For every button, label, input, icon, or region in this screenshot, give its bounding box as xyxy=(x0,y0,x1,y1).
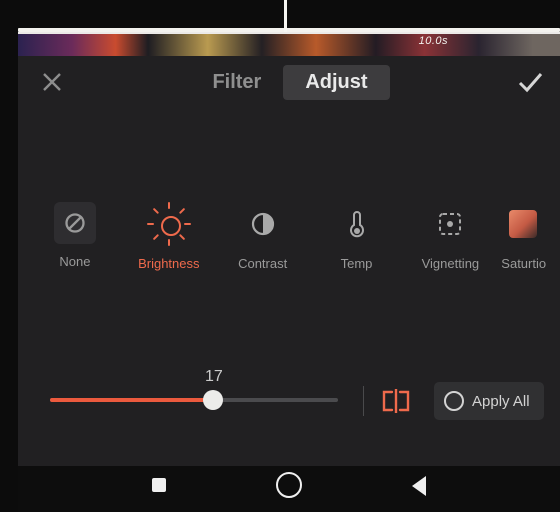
adjust-item-vignetting[interactable]: Vignetting xyxy=(403,202,497,271)
nav-back-icon[interactable] xyxy=(412,476,426,496)
android-navbar xyxy=(18,466,560,512)
adjust-label-contrast: Contrast xyxy=(238,256,287,271)
slider-thumb[interactable] xyxy=(203,390,223,410)
adjustment-options: None Brightness xyxy=(28,202,560,271)
slider-value-label: 17 xyxy=(205,368,223,386)
compare-button[interactable] xyxy=(380,388,412,419)
brightness-icon xyxy=(147,202,191,246)
timeline-clip-strip[interactable] xyxy=(18,32,560,58)
none-icon xyxy=(54,202,96,244)
adjust-label-temp: Temp xyxy=(341,256,373,271)
check-icon xyxy=(516,68,544,96)
circle-outline-icon xyxy=(444,391,464,411)
adjust-item-temp[interactable]: Temp xyxy=(310,202,404,271)
compare-icon xyxy=(380,388,412,414)
contrast-icon xyxy=(241,202,285,246)
adjust-label-brightness: Brightness xyxy=(138,256,199,271)
brightness-slider[interactable]: 17 xyxy=(50,398,338,402)
adjust-label-vignetting: Vignetting xyxy=(422,256,480,271)
nav-recent-icon[interactable] xyxy=(152,478,166,492)
panel-topbar: Filter Adjust xyxy=(18,56,560,108)
tab-adjust[interactable]: Adjust xyxy=(283,65,389,100)
adjust-label-none: None xyxy=(59,254,90,269)
timeline-time-label: 10.0s xyxy=(419,35,448,47)
adjust-item-brightness[interactable]: Brightness xyxy=(122,202,216,271)
close-icon xyxy=(40,70,64,94)
slider-track xyxy=(50,398,338,402)
close-button[interactable] xyxy=(40,70,64,94)
nav-home-icon[interactable] xyxy=(276,472,302,498)
slider-divider xyxy=(363,386,364,416)
tab-group: Filter Adjust xyxy=(64,65,516,100)
adjust-item-none[interactable]: None xyxy=(28,202,122,271)
adjust-item-contrast[interactable]: Contrast xyxy=(216,202,310,271)
tab-filter[interactable]: Filter xyxy=(190,65,283,100)
vignette-icon xyxy=(428,202,472,246)
adjust-panel: Filter Adjust None xyxy=(18,56,560,472)
confirm-button[interactable] xyxy=(516,68,544,96)
slider-fill xyxy=(50,398,213,402)
playhead[interactable] xyxy=(284,0,287,32)
adjust-item-saturation[interactable]: Saturtio xyxy=(497,202,560,271)
apply-all-label: Apply All xyxy=(472,393,530,410)
thermometer-icon xyxy=(335,202,379,246)
saturation-icon xyxy=(501,202,545,246)
apply-all-button[interactable]: Apply All xyxy=(434,382,544,420)
adjust-label-saturation: Saturtio xyxy=(501,256,546,271)
